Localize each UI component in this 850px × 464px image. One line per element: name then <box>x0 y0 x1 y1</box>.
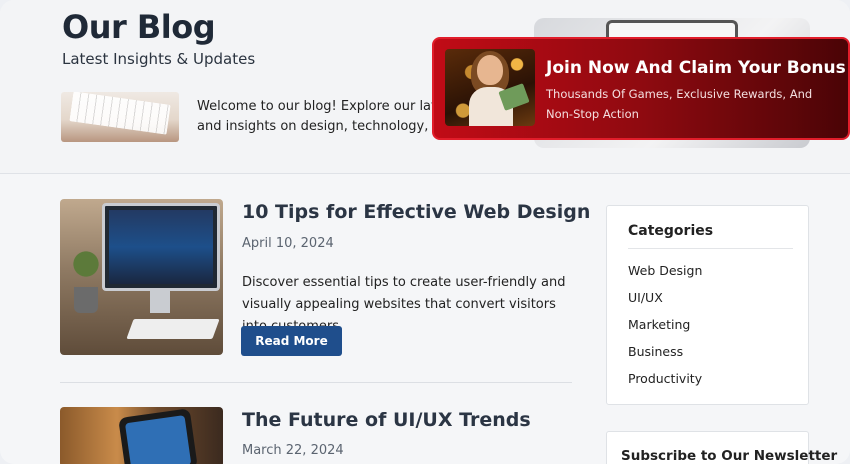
page-title: Our Blog <box>62 8 216 46</box>
category-link-marketing[interactable]: Marketing <box>628 317 690 332</box>
monitor-stand <box>150 291 170 313</box>
plant-image <box>68 239 104 289</box>
read-more-button[interactable]: Read More <box>241 326 342 356</box>
category-link-web-design[interactable]: Web Design <box>628 263 702 278</box>
post-date: April 10, 2024 <box>242 236 334 251</box>
keyboard-keys <box>69 92 171 135</box>
plant-pot <box>74 287 98 313</box>
ad-subtitle: Thousands Of Games, Exclusive Rewards, A… <box>546 87 813 121</box>
post-title[interactable]: 10 Tips for Effective Web Design <box>242 201 590 223</box>
categories-widget: Categories Web Design UI/UX Marketing Bu… <box>606 205 809 405</box>
category-link-productivity[interactable]: Productivity <box>628 371 702 386</box>
post-date: March 22, 2024 <box>242 443 344 458</box>
post-image[interactable] <box>60 407 223 464</box>
ad-image <box>445 49 535 126</box>
categories-divider <box>628 248 793 249</box>
category-link-ui-ux[interactable]: UI/UX <box>628 290 663 305</box>
phone-image <box>118 408 198 464</box>
categories-title: Categories <box>628 223 714 239</box>
desk-keyboard <box>126 319 220 339</box>
newsletter-title: Subscribe to Our Newsletter <box>621 448 838 464</box>
ad-popup[interactable]: Join Now And Claim Your Bonus Thousands … <box>432 37 850 140</box>
ad-title[interactable]: Join Now And Claim Your Bonus <box>546 58 846 78</box>
browser-frame: Our Blog Latest Insights & Updates Welco… <box>0 0 850 464</box>
category-link-business[interactable]: Business <box>628 344 683 359</box>
page-subtitle: Latest Insights & Updates <box>62 50 256 68</box>
post-title[interactable]: The Future of UI/UX Trends <box>242 409 531 431</box>
monitor-image <box>102 203 220 291</box>
post-image[interactable] <box>60 199 223 355</box>
monitor-screen <box>109 210 213 284</box>
keyboard-image <box>61 92 179 142</box>
newsletter-widget: Subscribe to Our Newsletter <box>606 431 837 464</box>
ad-person-face <box>477 55 503 85</box>
post-divider <box>60 382 572 383</box>
phone-screen <box>124 415 192 464</box>
